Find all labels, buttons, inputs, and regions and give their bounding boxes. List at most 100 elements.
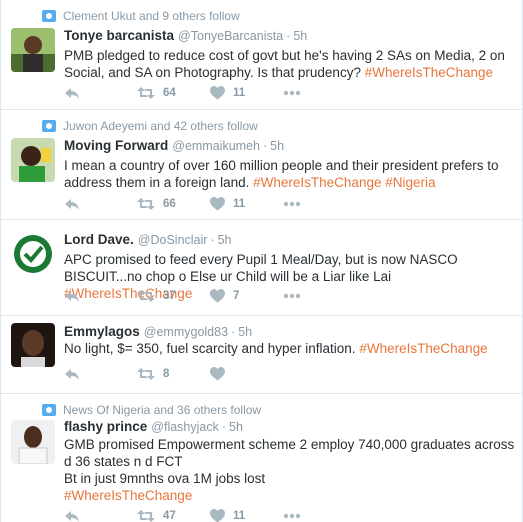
retweet-count: 8	[163, 368, 170, 380]
context-text: Clement Ukut and 9 others follow	[63, 9, 240, 23]
hashtag-link[interactable]: #WhereIsTheChange #Nigeria	[253, 175, 435, 190]
avatar-image	[11, 28, 55, 72]
more-icon	[283, 513, 301, 519]
tweet-header: flashy prince @flashyjack · 5h	[64, 419, 243, 437]
display-name[interactable]: flashy prince	[64, 419, 147, 434]
social-context[interactable]: Clement Ukut and 9 others follow	[42, 8, 240, 24]
tweet-body: APC promised to feed every Pupil 1 Meal/…	[64, 252, 458, 284]
avatar[interactable]	[11, 420, 55, 464]
tweet-header: Moving Forward @emmaikumeh · 5h	[64, 138, 284, 156]
separator: ·	[221, 420, 227, 434]
reply-button[interactable]	[64, 288, 80, 304]
like-button[interactable]	[210, 366, 225, 382]
more-button[interactable]	[283, 508, 301, 522]
more-icon	[283, 90, 301, 96]
hashtag-link[interactable]: #WhereIsTheChange	[64, 488, 192, 503]
like-button[interactable]: 7	[210, 288, 239, 304]
separator: ·	[210, 233, 215, 247]
separator: ·	[262, 139, 268, 153]
social-context[interactable]: News Of Nigeria and 36 others follow	[42, 402, 261, 418]
timestamp[interactable]: 5h	[218, 233, 232, 247]
retweet-button[interactable]: 66	[137, 196, 176, 212]
display-name[interactable]: Lord Dave.	[64, 232, 134, 247]
tweet[interactable]: Juwon Adeyemi and 42 others follow Movin…	[1, 110, 523, 220]
timeline: Clement Ukut and 9 others follow Tonye b…	[0, 0, 523, 522]
timestamp[interactable]: 5h	[293, 29, 307, 43]
retweet-count: 47	[163, 510, 176, 522]
heart-icon	[210, 289, 225, 303]
tweet-header: Tonye barcanista @TonyeBarcanista · 5h	[64, 28, 307, 46]
separator: ·	[286, 29, 291, 43]
heart-icon	[210, 367, 225, 381]
reply-icon	[65, 369, 79, 380]
retweet-button[interactable]: 8	[137, 366, 169, 382]
more-button[interactable]	[283, 196, 301, 212]
retweet-button[interactable]: 47	[137, 508, 176, 522]
tweet-actions: 37 7	[64, 288, 324, 304]
more-icon	[283, 293, 301, 299]
username[interactable]: @DoSinclair	[138, 233, 208, 247]
tweet-body: No light, $= 350, fuel scarcity and hype…	[64, 341, 356, 356]
display-name[interactable]: Tonye barcanista	[64, 28, 174, 43]
retweet-icon	[137, 198, 155, 210]
timestamp[interactable]: 5h	[238, 325, 252, 339]
hashtag-link[interactable]: #WhereIsTheChange	[365, 65, 493, 80]
tweet[interactable]: Emmylagos @emmygold83 · 5h No light, $= …	[1, 316, 523, 394]
follow-context-icon	[42, 404, 56, 416]
retweet-button[interactable]: 37	[137, 288, 176, 304]
context-text: Juwon Adeyemi and 42 others follow	[63, 119, 258, 133]
retweet-count: 37	[163, 290, 176, 302]
hashtag-link[interactable]: #WhereIsTheChange	[359, 341, 487, 356]
avatar-image	[11, 420, 55, 464]
retweet-button[interactable]: 64	[137, 85, 176, 101]
avatar[interactable]	[11, 138, 55, 182]
username[interactable]: @emmygold83	[144, 325, 228, 339]
avatar[interactable]	[11, 28, 55, 72]
avatar-image	[11, 138, 55, 182]
like-button[interactable]: 11	[210, 85, 245, 101]
follow-context-icon	[42, 120, 56, 132]
reply-button[interactable]	[64, 196, 80, 212]
tweet-actions: 47 11	[64, 508, 324, 522]
reply-icon	[65, 199, 79, 210]
username[interactable]: @flashyjack	[151, 420, 219, 434]
heart-icon	[210, 509, 225, 522]
reply-icon	[65, 511, 79, 522]
like-count: 11	[233, 510, 246, 522]
like-button[interactable]: 11	[210, 196, 245, 212]
tweet[interactable]: Lord Dave. @DoSinclair · 5h APC promised…	[1, 220, 523, 316]
username[interactable]: @TonyeBarcanista	[178, 29, 283, 43]
more-button[interactable]	[283, 288, 301, 304]
display-name[interactable]: Moving Forward	[64, 138, 168, 153]
context-text: News Of Nigeria and 36 others follow	[63, 403, 262, 417]
heart-icon	[210, 197, 225, 211]
like-button[interactable]: 11	[210, 508, 245, 522]
reply-button[interactable]	[64, 85, 80, 101]
more-icon	[283, 201, 301, 207]
reply-button[interactable]	[64, 366, 80, 382]
tweet-body: GMB promised Empowerment scheme 2 employ…	[64, 437, 515, 486]
avatar[interactable]	[11, 232, 55, 276]
timestamp[interactable]: 5h	[270, 139, 284, 153]
avatar[interactable]	[11, 323, 55, 367]
username[interactable]: @emmaikumeh	[172, 139, 260, 153]
tweet[interactable]: Clement Ukut and 9 others follow Tonye b…	[1, 0, 523, 110]
more-button[interactable]	[283, 85, 301, 101]
heart-icon	[210, 86, 225, 100]
retweet-icon	[137, 87, 155, 99]
display-name[interactable]: Emmylagos	[64, 324, 140, 339]
like-count: 7	[233, 290, 240, 302]
retweet-icon	[137, 368, 155, 380]
tweet-header: Lord Dave. @DoSinclair · 5h	[64, 232, 232, 250]
tweet[interactable]: News Of Nigeria and 36 others follow fla…	[1, 394, 523, 522]
separator: ·	[231, 325, 236, 339]
timestamp[interactable]: 5h	[229, 420, 243, 434]
tweet-actions: 66 11	[64, 196, 324, 212]
tweet-actions: 64 11	[64, 85, 324, 101]
retweet-count: 64	[163, 87, 176, 99]
avatar-image	[11, 323, 55, 367]
follow-context-icon	[42, 10, 56, 22]
social-context[interactable]: Juwon Adeyemi and 42 others follow	[42, 118, 258, 134]
tweet-text: GMB promised Empowerment scheme 2 employ…	[64, 436, 519, 504]
reply-button[interactable]	[64, 508, 80, 522]
